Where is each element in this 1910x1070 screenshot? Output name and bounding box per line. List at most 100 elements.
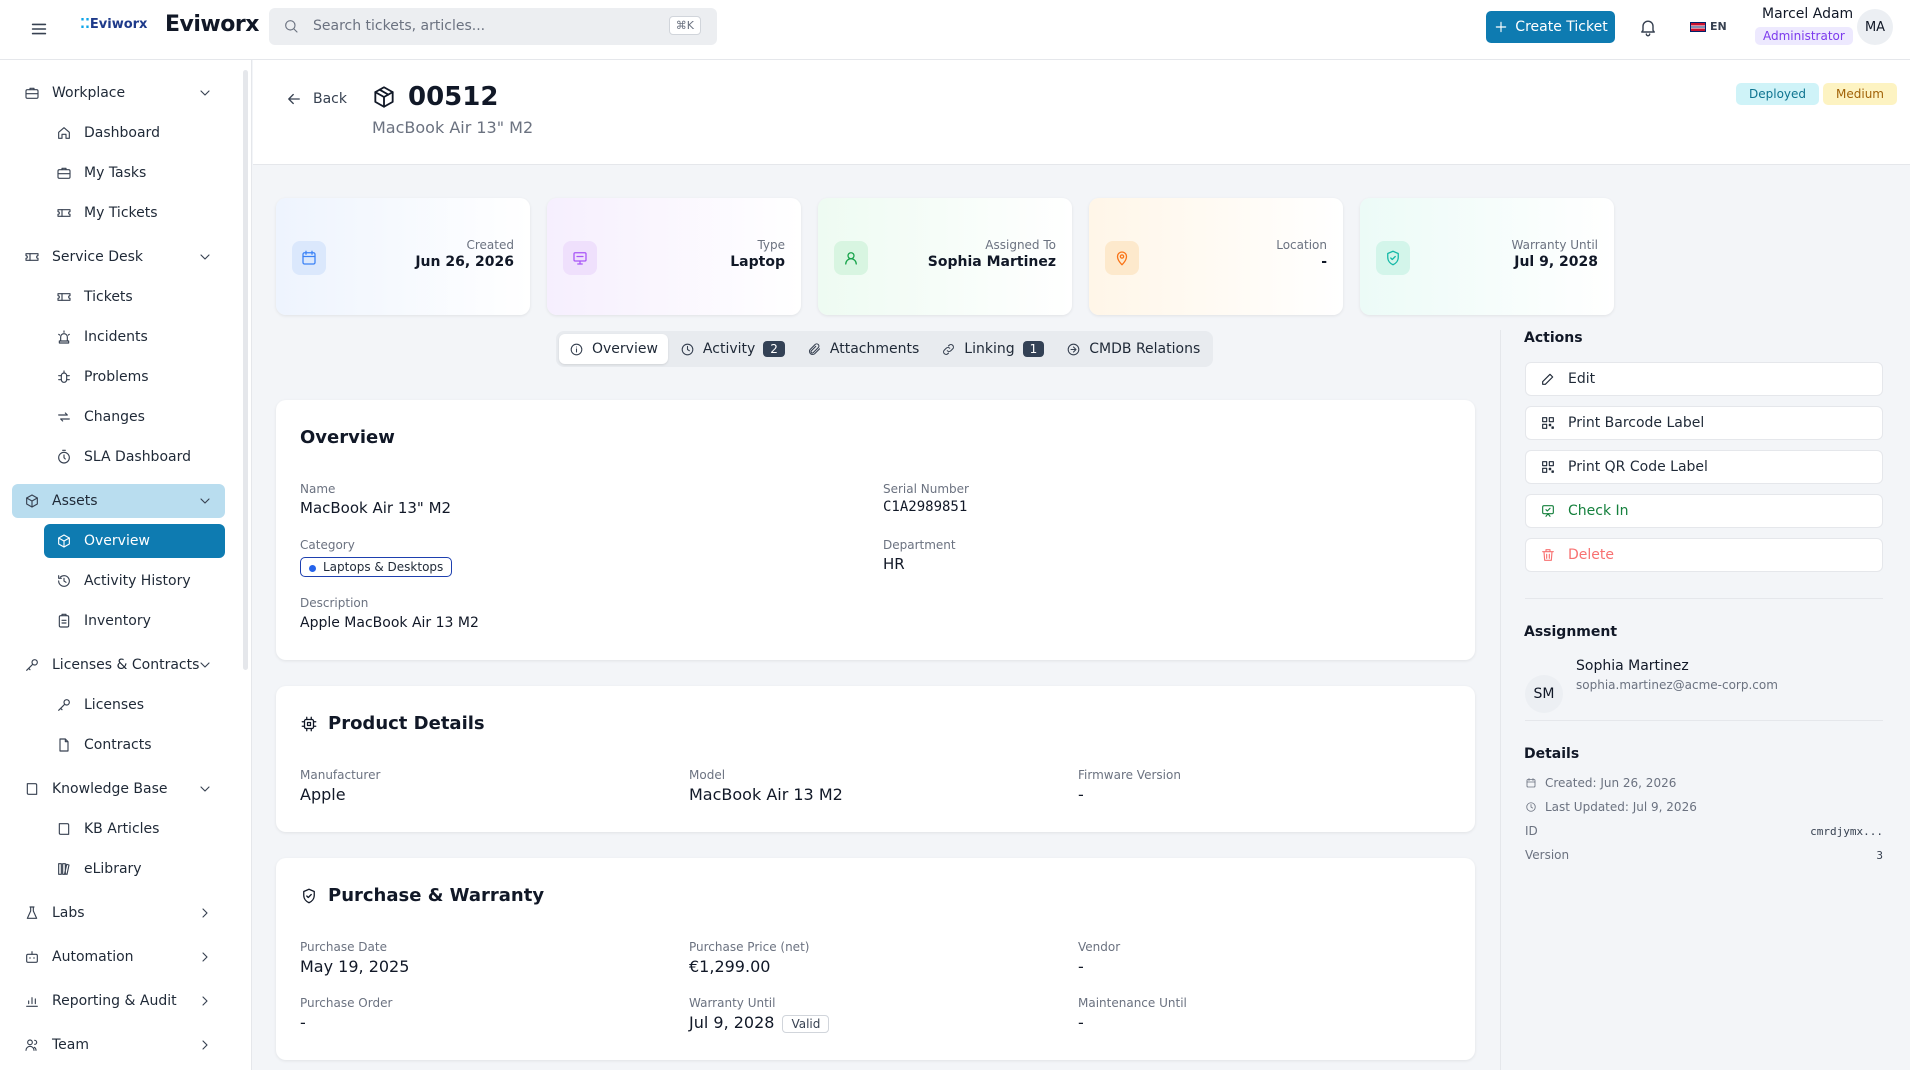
tab-linking[interactable]: Linking 1 [931,334,1054,364]
chevron-right-icon [202,1040,208,1050]
search-icon [283,18,299,34]
chip-icon [301,716,317,731]
sidebar-label: Labs [52,905,85,921]
detail-version: Version 3 [1525,848,1883,862]
link-icon [943,343,955,355]
assignee-email[interactable]: sophia.martinez@acme-corp.com [1576,678,1778,692]
tab-overview[interactable]: Overview [559,334,668,364]
sidebar-item-licenses[interactable]: Licenses [44,688,225,722]
sidebar-group-reporting-audit[interactable]: Reporting & Audit [12,984,225,1018]
detail-value: 3 [1876,848,1883,862]
detail-value: cmrdjymx... [1810,824,1883,838]
sidebar-item-sla-dashboard[interactable]: SLA Dashboard [44,440,225,474]
assignment-title: Assignment [1524,624,1618,640]
sidebar-item-overview[interactable]: Overview [44,524,225,558]
sidebar-item-tickets[interactable]: Tickets [44,280,225,314]
field-label: Purchase Order [300,996,393,1010]
edit-button[interactable]: Edit [1525,362,1883,396]
chevron-down-icon [200,254,210,260]
sidebar-item-my-tasks[interactable]: My Tasks [44,156,225,190]
language-selector[interactable]: EN [1690,20,1727,33]
tab-attachments[interactable]: Attachments [797,334,929,364]
search-input[interactable]: Search tickets, articles... [313,18,485,34]
sidebar-scrollbar[interactable] [243,70,248,670]
tab-label: Linking [964,341,1015,357]
key-icon [58,699,70,711]
stat-card-location: Location - [1089,198,1343,315]
sidebar-group-labs[interactable]: Labs [12,896,225,930]
book-icon [26,783,38,795]
sidebar-label: Reporting & Audit [52,993,177,1009]
bot-icon [26,951,38,963]
sidebar-group-licenses-contracts[interactable]: Licenses & Contracts [12,648,225,682]
bar-chart-icon [26,997,38,1007]
field-value: - [300,1013,306,1032]
sidebar-group-automation[interactable]: Automation [12,940,225,974]
sidebar-label: Dashboard [84,125,160,141]
sidebar-label: Inventory [84,613,151,629]
network-icon [1067,343,1080,355]
field-value: Apple [300,785,346,804]
sidebar-item-problems[interactable]: Problems [44,360,225,394]
button-label: Print Barcode Label [1568,415,1705,431]
clipboard-icon [58,613,70,628]
field-label: Description [300,596,369,610]
pencil-icon [1542,373,1554,385]
field-label: Department [883,538,956,552]
page-title: 00512 [408,82,499,112]
monitor-icon [563,241,597,275]
sidebar-group-knowledge-base[interactable]: Knowledge Base [12,772,225,806]
card-title: Product Details [300,713,485,734]
sidebar-item-changes[interactable]: Changes [44,400,225,434]
sidebar-item-my-tickets[interactable]: My Tickets [44,196,225,230]
sidebar-label: Automation [52,949,134,965]
menu-icon[interactable] [28,18,50,40]
sidebar-item-inventory[interactable]: Inventory [44,604,225,638]
sidebar-group-assets[interactable]: Assets [12,484,225,518]
sidebar-group-service-desk[interactable]: Service Desk [12,240,225,274]
stat-value: Jun 26, 2026 [415,254,514,270]
sidebar-item-incidents[interactable]: Incidents [44,320,225,354]
check-in-button[interactable]: Check In [1525,494,1883,528]
users-icon [25,1039,38,1051]
card-title: Overview [300,427,395,448]
sidebar-group-team[interactable]: Team [12,1028,225,1062]
stat-label: Location [1276,238,1327,252]
status-badge: Deployed [1736,83,1820,105]
sidebar-item-activity-history[interactable]: Activity History [44,564,225,598]
sidebar-item-dashboard[interactable]: Dashboard [44,116,225,150]
field-label: Purchase Price (net) [689,940,810,954]
create-ticket-button[interactable]: Create Ticket [1486,11,1615,43]
calendar-icon [1526,778,1536,788]
sidebar-label: Knowledge Base [52,781,168,797]
detail-last-updated: Last Updated: Jul 9, 2026 [1525,800,1883,814]
field-label: Purchase Date [300,940,387,954]
product-details-card: Product Details Manufacturer Apple Model… [276,686,1475,832]
sidebar-label: Service Desk [52,249,143,265]
button-label: Delete [1568,547,1614,563]
sidebar-item-contracts[interactable]: Contracts [44,728,225,762]
bell-icon[interactable] [1638,17,1658,37]
sidebar-item-kb-articles[interactable]: KB Articles [44,812,225,846]
field-value: HR [883,555,905,573]
back-button[interactable]: Back [285,90,347,108]
book-icon [58,823,70,835]
sidebar-item-elibrary[interactable]: eLibrary [44,852,225,886]
tab-label: Attachments [829,341,920,357]
button-label: Print QR Code Label [1568,459,1708,475]
detail-text: Last Updated: Jul 9, 2026 [1545,800,1697,814]
history-icon [58,575,70,587]
tab-count-badge: 1 [1022,341,1045,357]
sidebar-group-workplace[interactable]: Workplace [12,76,225,110]
print-qr-button[interactable]: Print QR Code Label [1525,450,1883,484]
brand-logo: ⁚⁚Eviworx [80,17,148,32]
user-icon [834,241,868,275]
tab-activity[interactable]: Activity 2 [670,334,795,364]
refresh-icon [58,412,70,422]
user-avatar[interactable]: MA [1857,9,1893,45]
delete-button[interactable]: Delete [1525,538,1883,572]
search-bar[interactable]: Search tickets, articles... ⌘K [269,8,717,45]
print-barcode-button[interactable]: Print Barcode Label [1525,406,1883,440]
field-value: MacBook Air 13 M2 [689,785,843,804]
tab-cmdb-relations[interactable]: CMDB Relations [1056,334,1210,364]
